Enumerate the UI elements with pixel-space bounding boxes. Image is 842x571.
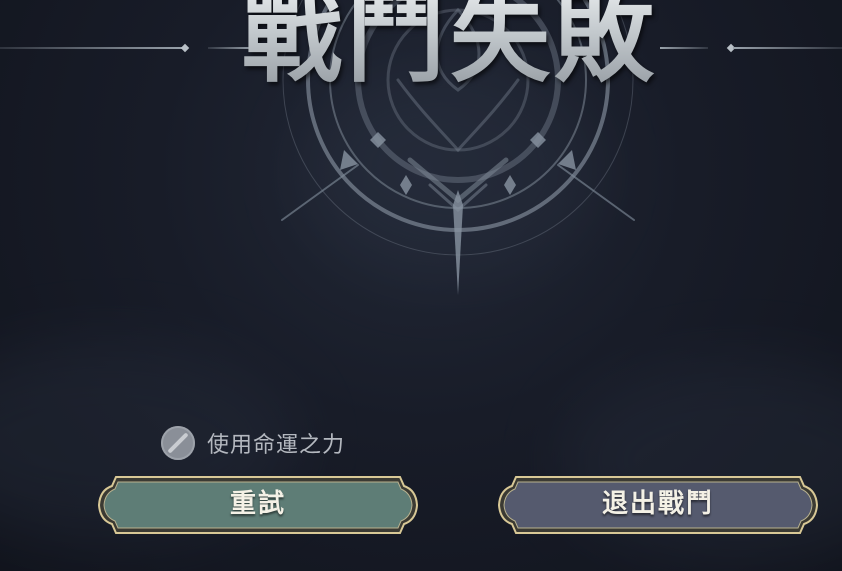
disabled-circle-icon [161,426,195,460]
exit-battle-button[interactable]: 退出戰鬥 [498,476,818,534]
exit-battle-label: 退出戰鬥 [601,489,714,519]
retry-label: 重試 [229,489,286,519]
use-fate-power-toggle[interactable]: 使用命運之力 [161,425,345,461]
retry-button[interactable]: 重試 [98,476,418,534]
title-divider-right [733,47,842,49]
defeat-title: 戰鬥失敗 [200,0,700,102]
title-divider-left [0,47,186,49]
defeat-screen: 戰鬥失敗 使用命運之力 重試 退出戰鬥 [0,0,842,571]
use-fate-power-label: 使用命運之力 [207,433,346,458]
